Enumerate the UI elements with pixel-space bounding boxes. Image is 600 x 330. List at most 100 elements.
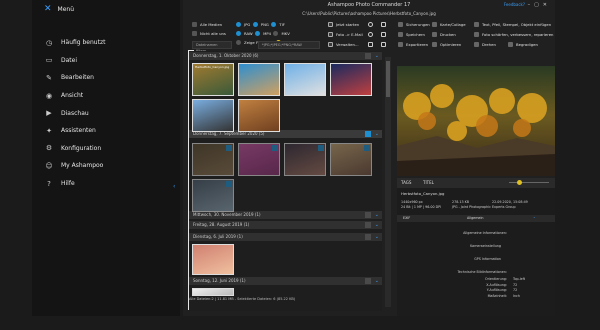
toolbar-icon-2[interactable]: [368, 32, 376, 37]
user-icon: ☺: [45, 161, 53, 170]
feedback-link[interactable]: Feedback?: [504, 0, 525, 10]
close-icon[interactable]: ✕: [44, 4, 52, 14]
help-icon: ?: [47, 179, 51, 188]
toolbar-icon-1[interactable]: [368, 22, 376, 27]
photo-thumbnail[interactable]: [238, 143, 280, 176]
window-controls[interactable]: –▢✕: [528, 0, 551, 10]
photo-thumbnail[interactable]: [284, 63, 326, 96]
toolbar-icon-4[interactable]: [381, 22, 389, 27]
check-icon[interactable]: [226, 181, 232, 187]
group-checkbox[interactable]: [365, 234, 371, 240]
menu-item-8[interactable]: ? Hilfe: [32, 175, 180, 193]
chevron-down-icon[interactable]: ⌄: [375, 211, 379, 219]
photo-thumbnail[interactable]: Herbstfoto_Canyon.jpg: [192, 63, 234, 96]
extension-filter-input[interactable]: *JPG;*JPEG;*PNG;*RAW: [258, 41, 320, 49]
toggle-icon[interactable]: [255, 31, 261, 36]
group-checkbox[interactable]: [365, 222, 371, 228]
not-filter[interactable]: Nicht alle uns: [192, 31, 226, 36]
menu-item-6[interactable]: ⚙ Konfiguration: [32, 140, 180, 158]
check-icon[interactable]: [226, 145, 232, 151]
format-filters[interactable]: JPG PNG TIF: [236, 22, 285, 27]
menu-item-label: Assistenten: [61, 127, 96, 135]
group-checkbox[interactable]: [365, 131, 371, 137]
scroll-thumb[interactable]: [386, 61, 390, 97]
chevron-down-icon[interactable]: ⌄: [375, 233, 379, 241]
toggle-icon[interactable]: [273, 31, 279, 36]
photo-thumbnail[interactable]: [192, 288, 234, 296]
toggle-icon[interactable]: [236, 22, 241, 27]
text-objects-button[interactable]: Text, Pfeil, Stempel, Objekt einfügen: [474, 22, 551, 27]
collage-button[interactable]: Karte/Collage: [432, 22, 466, 27]
menu-item-label: Häufig benutzt: [61, 39, 106, 47]
zoom-slider-thumb[interactable]: [517, 180, 522, 185]
menu-item-0[interactable]: ◷ Häufig benutzt: [32, 34, 180, 52]
group-checkbox[interactable]: [365, 278, 371, 284]
format-filters-2[interactable]: RAW MP4 MKV: [236, 31, 290, 36]
menu-item-label: Konfiguration: [61, 144, 102, 152]
chevron-down-icon[interactable]: ⌄: [533, 215, 536, 219]
file-icon: ▭: [45, 56, 53, 65]
manage-button[interactable]: Verwalten...: [328, 42, 359, 47]
tab-tags[interactable]: TAGS: [401, 180, 411, 185]
toggle-icon[interactable]: [271, 22, 277, 27]
mail-button[interactable]: Foto -> E-Mail: [328, 32, 363, 37]
toggle-icon[interactable]: [252, 22, 258, 27]
menu-item-3[interactable]: ◉ Ansicht: [32, 87, 180, 105]
preview-image[interactable]: [397, 66, 555, 176]
toolbar-icon-3[interactable]: [368, 42, 376, 47]
menu-item-7[interactable]: ☺ My Ashampoo: [32, 157, 180, 175]
rotate-button[interactable]: Drehen: [474, 42, 496, 47]
menu-item-4[interactable]: ▶ Diaschau: [32, 104, 180, 122]
backups-button[interactable]: Sicherungen: [398, 22, 430, 27]
zoom-slider[interactable]: [509, 182, 549, 183]
check-icon[interactable]: [272, 145, 278, 151]
send-button[interactable]: Jetzt starten: [328, 22, 359, 27]
menu-item-1[interactable]: ▭ Datei: [32, 52, 180, 70]
group-header[interactable]: Dienstag, 6. Juli 2019 (1) ⌄: [189, 233, 382, 241]
export-button[interactable]: Exportieren: [398, 42, 428, 47]
menu-item-5[interactable]: ✦ Assistenten: [32, 122, 180, 140]
toggle-icon[interactable]: [236, 31, 241, 36]
toolbar-icon-5[interactable]: [381, 32, 389, 37]
chevron-down-icon[interactable]: ⌄: [375, 221, 379, 229]
group-checkbox[interactable]: [365, 212, 371, 218]
group-header[interactable]: Freitag, 28. August 2019 (1) ⌄: [189, 221, 382, 229]
tab-title[interactable]: TITEL: [423, 180, 434, 185]
all-media-filter[interactable]: Alle Medien: [192, 22, 222, 27]
grid-scrollbar[interactable]: [385, 57, 391, 307]
filename-filter-input[interactable]: Dateinamen filtern...: [192, 41, 232, 53]
collapse-handle-icon[interactable]: ‹: [173, 183, 177, 190]
print-button[interactable]: Drucken: [432, 32, 456, 37]
group-checkbox[interactable]: [365, 53, 371, 59]
menu-header[interactable]: ✕ Menü: [32, 0, 180, 18]
tech-key: Y-Auflösung:: [486, 288, 507, 292]
info-filename: Herbstfoto_Canyon.jpg: [401, 191, 445, 196]
chevron-down-icon[interactable]: ⌄: [375, 277, 379, 285]
photo-thumbnail[interactable]: [192, 244, 234, 275]
group-header[interactable]: Donnerstag, 1. Oktober 2020 (6) ⌄: [189, 52, 382, 60]
photo-thumbnail[interactable]: [330, 63, 372, 96]
group-header[interactable]: Sonntag, 12. Juni 2019 (1) ⌄: [189, 277, 382, 285]
photo-thumbnail[interactable]: [330, 143, 372, 176]
chevron-down-icon[interactable]: ⌄: [375, 52, 379, 60]
repair-button[interactable]: Foto schärfen, verbessern, reparieren: [474, 32, 553, 37]
photo-thumbnail[interactable]: [192, 99, 234, 132]
photo-thumbnail[interactable]: [192, 143, 234, 176]
thumbnail-grid[interactable]: Donnerstag, 1. Oktober 2020 (6) ⌄ Donnerst…: [189, 51, 382, 311]
straighten-button[interactable]: Begradigen: [508, 42, 538, 47]
menu-item-2[interactable]: ✎ Bearbeiten: [32, 69, 180, 87]
save-button[interactable]: Speichern: [398, 32, 425, 37]
photo-thumbnail[interactable]: [192, 179, 234, 212]
export-icon: [398, 42, 403, 47]
optimize-button[interactable]: Optimieren: [432, 42, 461, 47]
check-icon[interactable]: [364, 145, 370, 151]
chevron-down-icon[interactable]: ⌄: [375, 130, 379, 138]
check-icon[interactable]: [318, 145, 324, 151]
menu-item-label: Hilfe: [61, 180, 75, 188]
photo-thumbnail[interactable]: [284, 143, 326, 176]
photo-thumbnail[interactable]: [238, 63, 280, 96]
group-header[interactable]: Mittwoch, 30. November 2019 (1) ⌄: [189, 211, 382, 219]
photo-thumbnail[interactable]: [238, 99, 280, 132]
tech-key: X-Auflösung:: [486, 282, 507, 287]
toolbar-icon-6[interactable]: [381, 42, 389, 47]
